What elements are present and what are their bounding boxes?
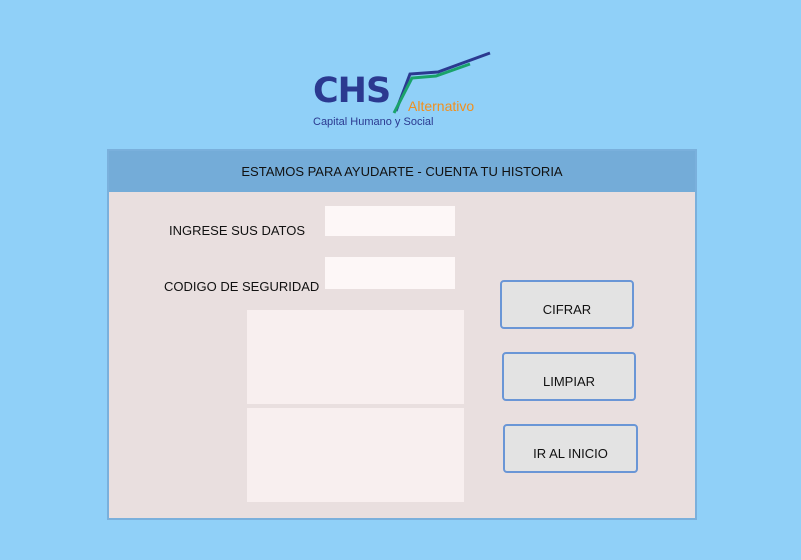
home-button[interactable]: IR AL INICIO (503, 424, 638, 473)
clear-button[interactable]: LIMPIAR (502, 352, 636, 401)
logo-tagline: Capital Humano y Social (313, 116, 434, 128)
security-code-label: CODIGO DE SEGURIDAD (164, 279, 320, 294)
output-textarea-bottom[interactable] (247, 408, 464, 502)
chs-logo: CHS Alternativo Capital Humano y Social (310, 50, 500, 132)
output-textarea-top[interactable] (247, 310, 464, 404)
logo-brand-text: CHS (313, 71, 391, 111)
security-code-input[interactable] (325, 257, 455, 289)
story-form-panel: ESTAMOS PARA AYUDARTE - CUENTA TU HISTOR… (107, 149, 697, 520)
panel-title: ESTAMOS PARA AYUDARTE - CUENTA TU HISTOR… (109, 151, 695, 192)
data-input[interactable] (325, 206, 455, 236)
encrypt-button[interactable]: CIFRAR (500, 280, 634, 329)
data-input-label: INGRESE SUS DATOS (169, 223, 306, 238)
logo-subbrand-text: Alternativo (408, 98, 475, 114)
